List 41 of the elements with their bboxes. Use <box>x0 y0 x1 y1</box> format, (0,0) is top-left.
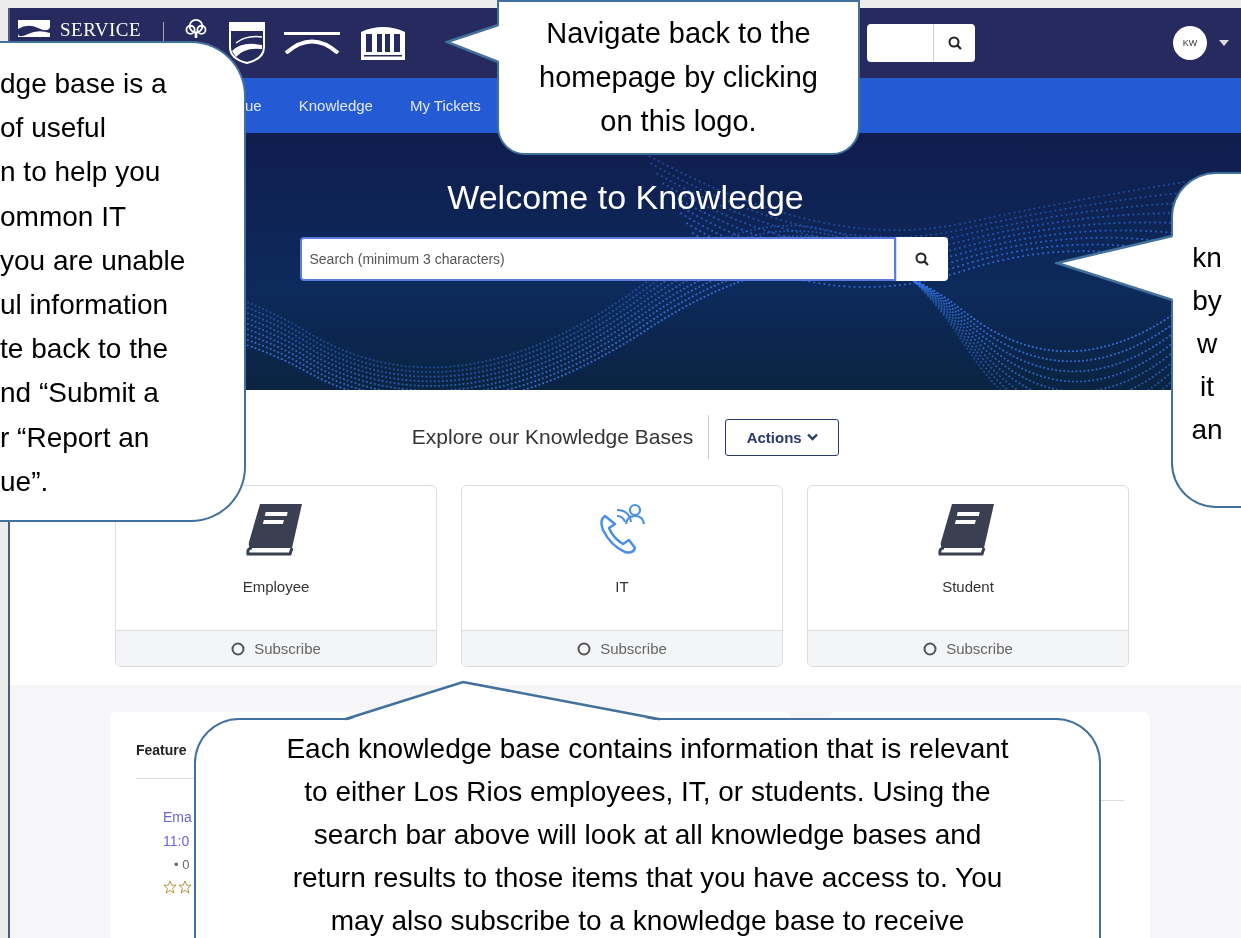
nav-link[interactable]: ue <box>245 97 262 114</box>
star-icon <box>163 880 177 894</box>
article-link[interactable]: Ema <box>163 809 192 825</box>
article-meta: • 0 <box>174 857 190 872</box>
subscribe-link[interactable]: Subscribe <box>254 640 321 657</box>
star-icon <box>178 880 192 894</box>
caret-icon[interactable] <box>1219 40 1229 46</box>
knowledge-base-card[interactable]: Student Subscribe <box>807 485 1129 667</box>
section-title: Explore our Knowledge Bases <box>411 425 694 449</box>
search-button[interactable] <box>895 237 948 281</box>
subscribe-radio-icon[interactable] <box>923 641 938 656</box>
bridge-logo-icon[interactable] <box>284 32 341 54</box>
user-avatar[interactable]: KW <box>1173 26 1207 60</box>
waves-logo-icon[interactable] <box>18 20 50 37</box>
actions-button[interactable]: Actions <box>725 418 840 456</box>
brand-title[interactable]: SERVICE <box>60 20 142 40</box>
callout-text: Navigate back to the homepage by clicking on this logo. <box>538 16 819 139</box>
subscribe-link[interactable]: Subscribe <box>946 640 1013 657</box>
card-title: Feature <box>136 742 187 758</box>
shield-logo-icon[interactable] <box>228 21 267 65</box>
knowledge-search-field[interactable]: Search (minimum 3 characters) <box>299 237 896 281</box>
subscribe-radio-icon[interactable] <box>231 641 246 656</box>
nav-link[interactable]: My Tickets <box>409 97 481 114</box>
callout-text: kn by w it an <box>1190 241 1224 447</box>
nav-link[interactable]: Knowledge <box>298 97 373 114</box>
knowledge-base-name: Student <box>942 578 994 595</box>
knowledge-base-name: IT <box>615 578 629 595</box>
search-icon <box>947 36 962 50</box>
search-icon <box>915 252 929 266</box>
subscribe-radio-icon[interactable] <box>577 641 592 656</box>
knowledge-base-name: Employee <box>242 578 310 595</box>
header-search-button[interactable] <box>933 24 975 62</box>
header-search-field[interactable] <box>867 24 933 62</box>
article-date: 11:0 <box>163 833 190 849</box>
knowledge-base-card[interactable]: IT Subscribe <box>461 485 783 667</box>
phone-person-icon <box>597 502 647 556</box>
hero-title: Welcome to Knowledge <box>447 178 804 217</box>
knowledge-base-card[interactable]: Employee Subscribe <box>115 485 437 667</box>
subscribe-link[interactable]: Subscribe <box>600 640 667 657</box>
callout-text: Each knowledge base contains information that is relevant to either Los Rios employees, IT, or students. Using the search bar above will look at all knowledge bases and return results to those items that you have access to. You may also subscribe to a knowledge base to receive <box>285 732 1010 938</box>
chevron-down-icon <box>806 433 818 441</box>
